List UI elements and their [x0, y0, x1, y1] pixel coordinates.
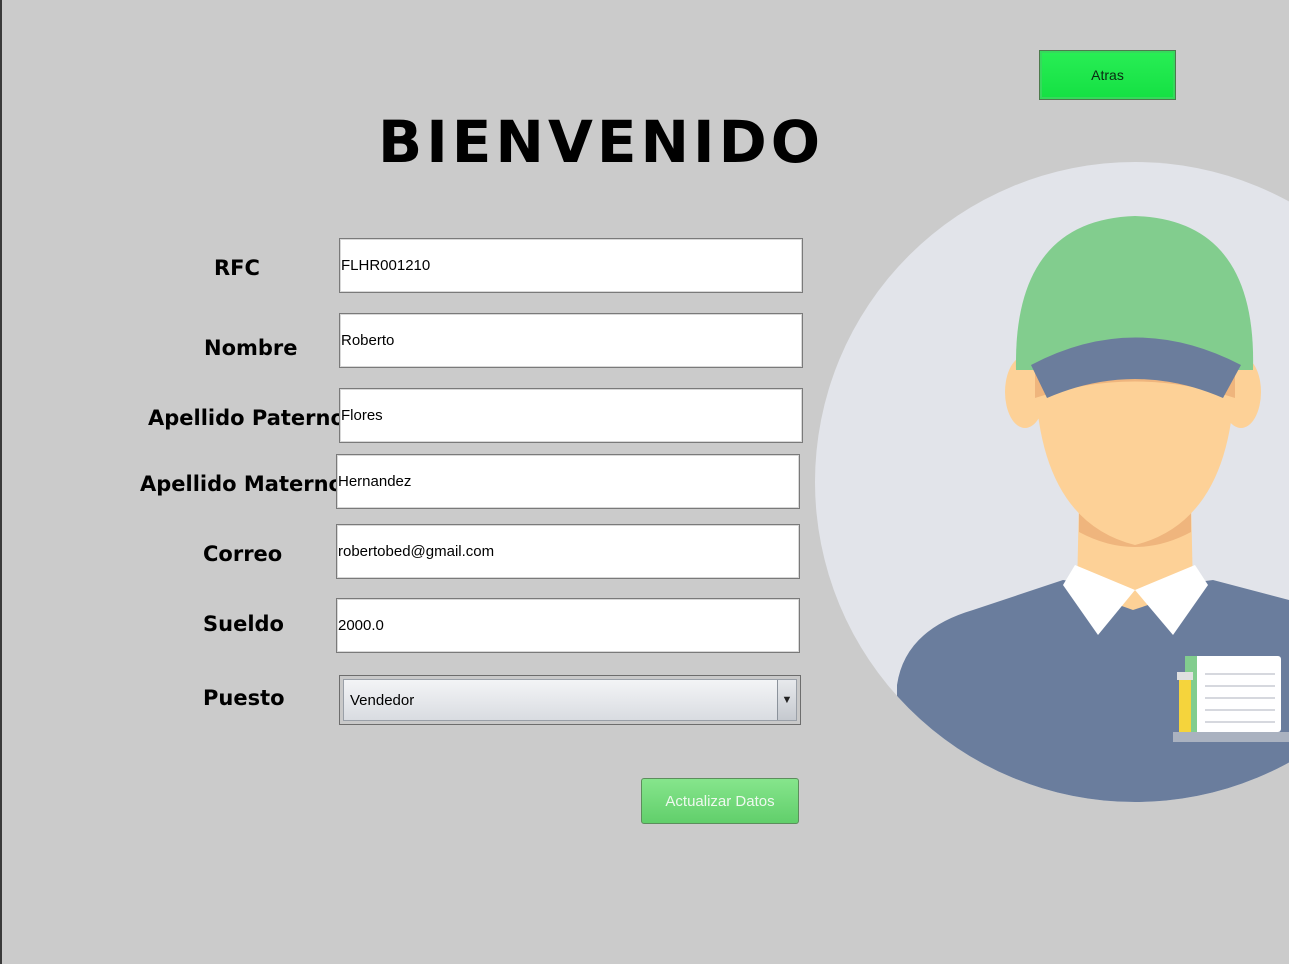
- apellido-materno-label: Apellido Materno: [140, 472, 343, 496]
- puesto-label: Puesto: [203, 686, 285, 710]
- puesto-select-value: Vendedor: [350, 691, 415, 709]
- nombre-field[interactable]: [339, 313, 803, 368]
- apellido-paterno-label: Apellido Paterno: [148, 406, 345, 430]
- apellido-materno-field[interactable]: [336, 454, 800, 509]
- apellido-paterno-field[interactable]: [339, 388, 803, 443]
- rfc-field[interactable]: [339, 238, 803, 293]
- nombre-label: Nombre: [204, 336, 298, 360]
- rfc-label: RFC: [214, 256, 260, 280]
- back-button[interactable]: Atras: [1039, 50, 1176, 100]
- avatar-pen: [1179, 676, 1191, 732]
- window-edge: [0, 0, 2, 964]
- chevron-down-icon[interactable]: ▼: [777, 680, 796, 720]
- puesto-select[interactable]: Vendedor ▼: [339, 675, 801, 725]
- avatar-pocket: [1173, 732, 1289, 742]
- puesto-select-box[interactable]: Vendedor ▼: [343, 679, 797, 721]
- page-title: BIENVENIDO: [378, 108, 825, 176]
- correo-field[interactable]: [336, 524, 800, 579]
- sueldo-label: Sueldo: [203, 612, 284, 636]
- update-data-button[interactable]: Actualizar Datos: [641, 778, 799, 824]
- correo-label: Correo: [203, 542, 283, 566]
- sueldo-field[interactable]: [336, 598, 800, 653]
- avatar-clipboard: [1189, 656, 1281, 732]
- avatar-pen-cap: [1177, 672, 1193, 680]
- worker-avatar-icon: [815, 162, 1289, 802]
